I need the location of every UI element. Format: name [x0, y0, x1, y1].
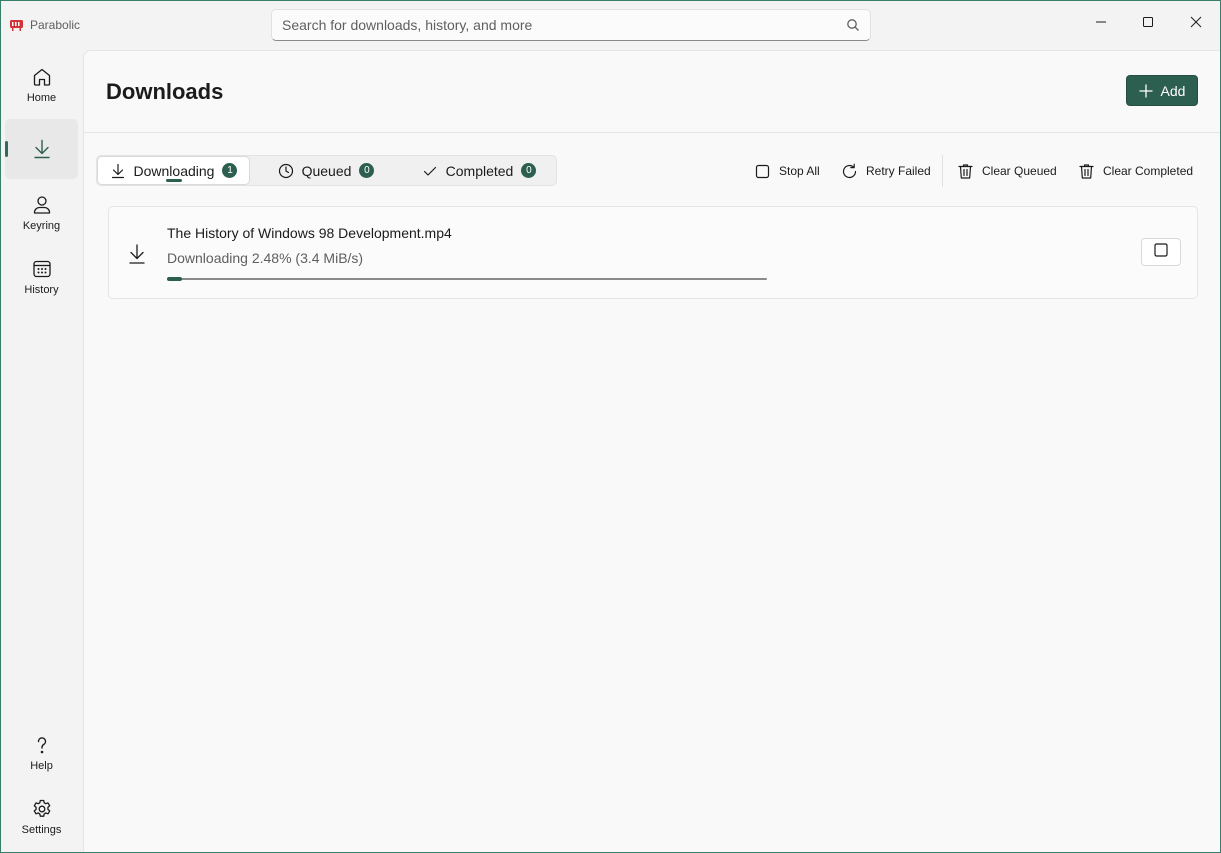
toolbar-divider: [942, 155, 943, 187]
plus-icon: [1138, 83, 1153, 98]
tab-completed[interactable]: Completed 0: [402, 156, 556, 185]
app-window: Parabolic Search for downloads, history,…: [0, 0, 1221, 853]
title-bar: Parabolic: [1, 1, 1220, 49]
minimize-icon: [1095, 15, 1107, 33]
stop-all-button[interactable]: Stop All: [754, 159, 820, 183]
sidebar-item-label: Settings: [21, 824, 62, 836]
tab-label: Queued: [301, 162, 352, 179]
search-box[interactable]: [271, 9, 871, 41]
sidebar-item-label: Home: [26, 92, 57, 104]
download-file-name: The History of Windows 98 Development.mp…: [167, 225, 452, 241]
download-tabs: Downloading 1 Queued 0 Completed 0: [96, 155, 557, 186]
retry-failed-button[interactable]: Retry Failed: [841, 159, 931, 183]
download-progress-fill: [167, 277, 182, 281]
home-icon: [31, 66, 53, 88]
retry-failed-label: Retry Failed: [866, 164, 931, 178]
count-badge: 1: [222, 163, 238, 178]
minimize-button[interactable]: [1078, 1, 1124, 47]
sidebar-item-downloads[interactable]: [5, 119, 78, 179]
download-row: The History of Windows 98 Development.mp…: [108, 206, 1198, 299]
gear-icon: [31, 798, 53, 820]
stop-all-label: Stop All: [779, 164, 820, 178]
parabolic-logo-icon: [9, 18, 24, 33]
tab-label: Downloading: [133, 162, 215, 179]
sidebar-item-history[interactable]: History: [5, 247, 78, 307]
sidebar-item-help[interactable]: Help: [5, 723, 78, 783]
question-icon: [31, 734, 53, 756]
search-input[interactable]: [282, 17, 846, 33]
active-tab-indicator: [165, 179, 182, 182]
sidebar-item-keyring[interactable]: Keyring: [5, 183, 78, 243]
clear-completed-button[interactable]: Clear Completed: [1078, 159, 1193, 183]
page-title: Downloads: [106, 79, 224, 104]
download-status: Downloading 2.48% (3.4 MiB/s): [167, 250, 364, 266]
download-icon: [127, 243, 147, 265]
tab-queued[interactable]: Queued 0: [250, 156, 402, 185]
maximize-button[interactable]: [1125, 1, 1171, 47]
count-badge: 0: [521, 163, 537, 178]
sidebar-item-label: History: [24, 284, 59, 296]
main-content: Downloads Add Downloading 1 Queued 0 Com…: [83, 50, 1220, 852]
person-icon: [31, 194, 53, 216]
stop-icon: [754, 163, 771, 180]
maximize-icon: [1142, 15, 1154, 33]
trash-icon: [1078, 163, 1095, 180]
search-icon[interactable]: [846, 18, 860, 32]
add-download-button[interactable]: Add: [1126, 75, 1198, 106]
tab-label: Completed: [445, 162, 514, 179]
app-title: Parabolic: [9, 17, 80, 33]
download-progress-bar: [167, 277, 767, 281]
retry-icon: [841, 163, 858, 180]
stop-download-button[interactable]: [1141, 238, 1181, 266]
sidebar-item-home[interactable]: Home: [5, 55, 78, 115]
count-badge: 0: [359, 163, 375, 178]
add-button-label: Add: [1160, 82, 1186, 99]
sidebar-item-label: Help: [30, 760, 53, 772]
sidebar-item-settings[interactable]: Settings: [5, 787, 78, 847]
download-icon: [31, 138, 53, 160]
stop-icon: [1153, 242, 1169, 263]
active-indicator: [5, 141, 8, 157]
download-icon: [110, 163, 126, 179]
close-icon: [1190, 15, 1202, 33]
clock-icon: [278, 163, 294, 179]
page-header: Downloads Add: [84, 51, 1220, 133]
sidebar: Home Keyring History Help Settings: [1, 49, 82, 852]
trash-icon: [957, 163, 974, 180]
app-title-label: Parabolic: [30, 18, 81, 32]
sidebar-item-label: Keyring: [22, 220, 61, 232]
close-button[interactable]: [1173, 1, 1219, 47]
clear-completed-label: Clear Completed: [1103, 164, 1194, 178]
tab-downloading[interactable]: Downloading 1: [97, 156, 250, 185]
clear-queued-button[interactable]: Clear Queued: [957, 159, 1057, 183]
calendar-icon: [31, 258, 53, 280]
checkmark-icon: [422, 163, 438, 179]
clear-queued-label: Clear Queued: [982, 164, 1057, 178]
